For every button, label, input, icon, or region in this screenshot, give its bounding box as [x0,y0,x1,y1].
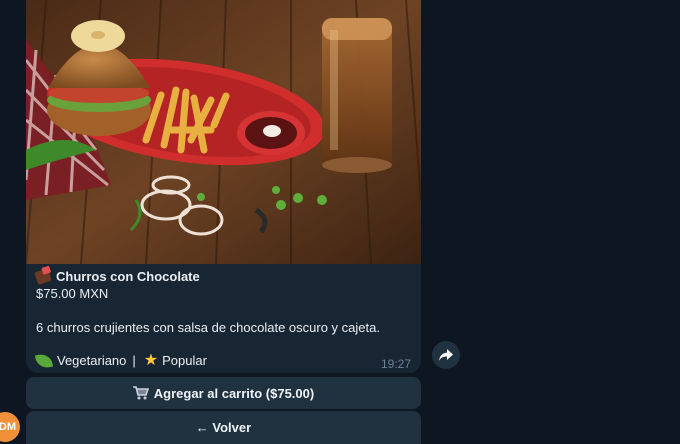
food-photo[interactable] [26,0,421,264]
add-to-cart-label: Agregar al carrito ($75.00) [153,385,315,401]
leaf-icon [34,352,54,369]
avatar[interactable]: DM [0,412,20,442]
product-tags: Vegetariano | ★ Popular [34,351,411,369]
tag-separator: | [132,353,136,368]
product-title: Churros con Chocolate [56,269,200,284]
message-caption: Churros con Chocolate $75.00 MXN 6 churr… [34,268,411,369]
message-time: 19:27 [380,357,411,371]
back-button[interactable]: ← Volver [26,411,421,444]
shopping-cart-icon [132,386,149,400]
chocolate-bar-icon [34,268,52,285]
product-description: 6 churros crujientes con salsa de chocol… [36,320,380,335]
avatar-initials: DM [0,421,16,433]
product-price: $75.00 MXN [36,286,109,301]
share-button[interactable] [432,341,460,369]
star-icon: ★ [143,351,159,369]
chat-area: Churros con Chocolate $75.00 MXN 6 churr… [0,0,680,444]
tag-vegetarian: Vegetariano [57,353,127,368]
share-icon [439,349,453,361]
message-bubble: Churros con Chocolate $75.00 MXN 6 churr… [26,0,421,373]
back-label: ← Volver [195,420,252,435]
tag-popular: Popular [162,353,207,368]
product-title-line: Churros con Chocolate [34,268,411,285]
add-to-cart-button[interactable]: Agregar al carrito ($75.00) [26,377,421,409]
